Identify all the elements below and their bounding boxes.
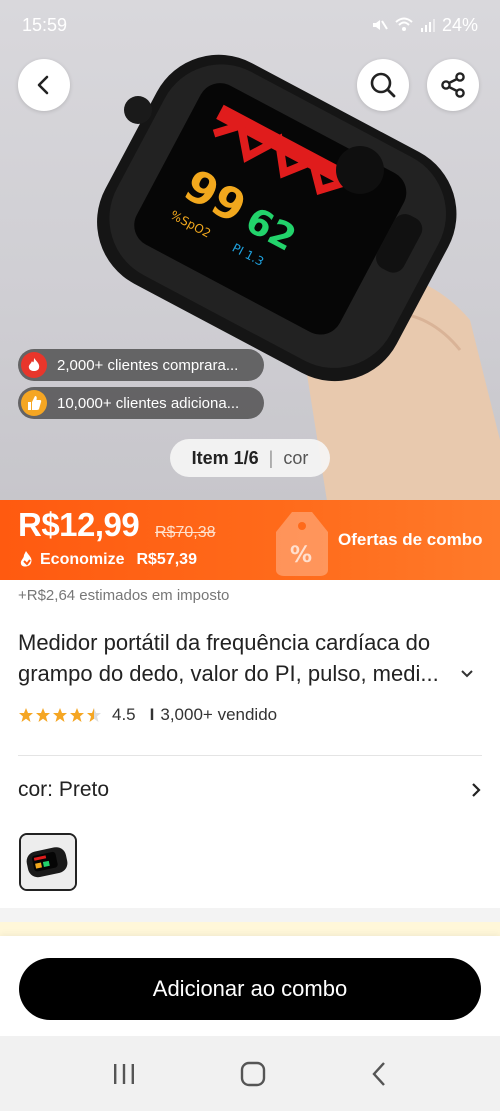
variant-label: cor: Preto — [18, 778, 110, 801]
discount-tag-icon: % — [276, 512, 328, 576]
wifi-icon — [395, 17, 413, 31]
savings-row: Economize R$57,39 — [18, 550, 197, 570]
variant-thumbnail-image — [21, 835, 75, 889]
current-price: R$12,99 — [18, 506, 140, 543]
rating-row[interactable]: 4.5 I 3,000+ vendido — [18, 705, 277, 725]
rating-value: 4.5 — [112, 705, 136, 724]
share-icon — [441, 72, 465, 98]
image-option-label: cor — [283, 447, 309, 468]
recent-apps-icon[interactable] — [111, 1062, 137, 1086]
status-bar: 15:59 24% — [0, 0, 500, 50]
image-counter[interactable]: Item 1/6 | cor — [170, 439, 330, 477]
star-icon — [19, 708, 33, 722]
original-price: R$70,38 — [155, 524, 216, 541]
social-proof-cart: 10,000+ clientes adiciona... — [18, 387, 264, 419]
chevron-left-icon — [37, 75, 49, 95]
counter-divider: | — [268, 447, 274, 468]
tax-estimate: +R$2,64 estimados em imposto — [18, 587, 230, 604]
home-icon[interactable] — [239, 1060, 267, 1088]
share-button[interactable] — [427, 59, 479, 111]
add-to-combo-button[interactable]: Adicionar ao combo — [19, 958, 481, 1020]
social-proof-text: 10,000+ clientes adiciona... — [57, 394, 240, 412]
product-title[interactable]: Medidor portátil da frequência cardíaca … — [18, 627, 478, 689]
fire-icon — [21, 352, 47, 378]
combo-offers-link[interactable]: Ofertas de combo — [338, 530, 483, 550]
promo-strip — [0, 922, 500, 936]
product-image-carousel[interactable]: 99 62 %SpO2 PI 1.3 — [0, 0, 500, 500]
battery-level: 24% — [441, 14, 478, 35]
rating-separator: I — [149, 705, 155, 724]
star-icon — [70, 708, 84, 722]
star-icon — [36, 708, 50, 722]
sold-count: 3,000+ vendido — [160, 705, 278, 724]
thumbs-up-icon — [21, 390, 47, 416]
savings-amount: R$57,39 — [136, 551, 197, 568]
mute-icon — [372, 20, 388, 30]
variant-selector[interactable]: cor: Preto — [18, 778, 482, 802]
flame-arrow-icon — [20, 551, 32, 567]
back-nav-icon[interactable] — [369, 1060, 389, 1088]
status-time: 15:59 — [22, 14, 68, 35]
product-photo: 99 62 %SpO2 PI 1.3 — [97, 54, 500, 500]
image-index: Item 1/6 — [191, 447, 259, 468]
signal-icon — [420, 19, 435, 32]
variant-thumbnail-black[interactable] — [19, 833, 77, 891]
section-separator — [0, 908, 500, 922]
search-icon — [370, 72, 396, 98]
search-button[interactable] — [357, 59, 409, 111]
price-banner: R$12,99 R$70,38 Economize R$57,39 % Ofer… — [0, 500, 500, 580]
star-icon — [87, 708, 101, 722]
social-proof-purchases: 2,000+ clientes comprara... — [18, 349, 264, 381]
social-proof-text: 2,000+ clientes comprara... — [57, 356, 239, 374]
divider — [18, 755, 482, 756]
chevron-right-icon — [472, 783, 481, 797]
svg-text:%: % — [290, 543, 312, 568]
chevron-down-icon[interactable] — [460, 666, 474, 684]
savings-label: Economize — [40, 551, 125, 568]
star-icon — [53, 708, 67, 722]
rating-stars — [18, 707, 102, 723]
back-button[interactable] — [18, 59, 70, 111]
system-navigation-bar — [0, 1036, 500, 1111]
